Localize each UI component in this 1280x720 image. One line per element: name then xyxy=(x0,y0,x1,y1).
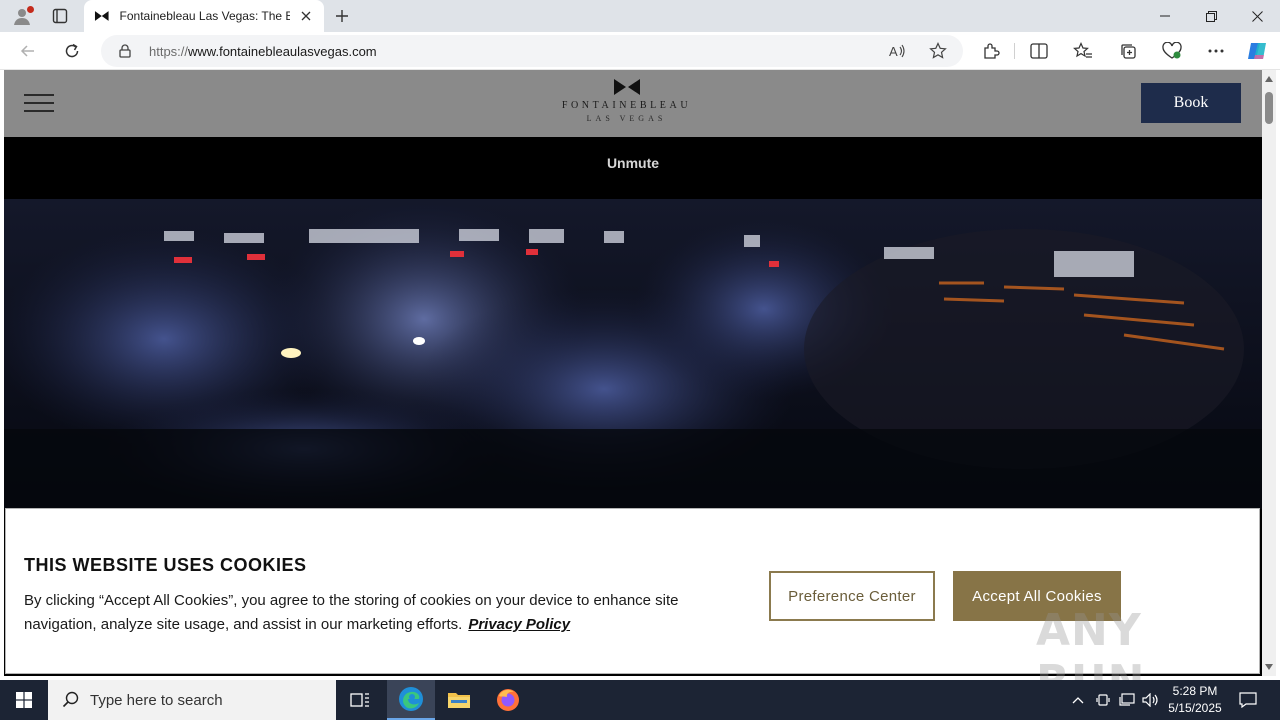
collections-icon[interactable] xyxy=(1116,39,1140,63)
toolbar-separator xyxy=(1014,43,1015,59)
read-aloud-icon[interactable]: A xyxy=(887,40,909,62)
search-placeholder: Type here to search xyxy=(90,691,223,709)
notification-dot xyxy=(27,6,34,13)
copilot-icon[interactable] xyxy=(1245,39,1269,63)
taskbar-search-box[interactable]: Type here to search xyxy=(48,680,336,720)
restore-icon[interactable] xyxy=(1188,0,1234,32)
volume-icon[interactable] xyxy=(1140,680,1162,720)
book-button[interactable]: Book xyxy=(1141,83,1241,123)
site-header: FONTAINEBLEAU LAS VEGAS Book xyxy=(4,70,1262,137)
cookie-body-text: By clicking “Accept All Cookies”, you ag… xyxy=(24,592,679,633)
logo-name: FONTAINEBLEAU xyxy=(561,100,692,111)
windows-taskbar: Type here to search 5:28 PM 5/15/2025 xyxy=(0,680,1280,720)
network-icon[interactable] xyxy=(1116,680,1138,720)
bowtie-logo-icon xyxy=(613,79,640,95)
video-control-bar: Unmute xyxy=(4,137,1262,199)
url-protocol: https:// xyxy=(149,43,189,59)
profile-avatar-icon[interactable] xyxy=(8,4,36,28)
tab-title: Fontainebleau Las Vegas: The Best xyxy=(119,9,291,23)
cookie-description: By clicking “Accept All Cookies”, you ag… xyxy=(24,589,754,637)
unmute-button[interactable]: Unmute xyxy=(4,155,1262,171)
firefox-icon[interactable] xyxy=(484,680,532,720)
clock-time: 5:28 PM xyxy=(1172,684,1218,698)
hero-video[interactable] xyxy=(4,199,1262,509)
split-screen-icon[interactable] xyxy=(1027,39,1051,63)
windows-start-icon[interactable] xyxy=(0,680,48,720)
scroll-down-icon[interactable] xyxy=(1265,664,1273,670)
preference-center-button[interactable]: Preference Center xyxy=(769,571,935,621)
tray-chevron-icon[interactable] xyxy=(1068,680,1088,720)
more-options-icon[interactable] xyxy=(1204,39,1228,63)
back-icon[interactable] xyxy=(14,38,42,64)
browser-toolbar: https://www.fontainebleaulasvegas.com A xyxy=(0,32,1280,70)
scroll-up-icon[interactable] xyxy=(1265,76,1273,82)
cookie-heading: THIS WEBSITE USES COOKIES xyxy=(24,555,307,575)
edge-taskbar-icon[interactable] xyxy=(387,680,435,720)
browser-tab-bar: Fontainebleau Las Vegas: The Best xyxy=(0,0,1280,32)
cookie-banner: THIS WEBSITE USES COOKIES By clicking “A… xyxy=(5,508,1260,707)
address-bar[interactable]: https://www.fontainebleaulasvegas.com A xyxy=(101,35,963,67)
browser-tab-active[interactable]: Fontainebleau Las Vegas: The Best xyxy=(84,0,324,32)
minimize-icon[interactable] xyxy=(1142,0,1188,32)
refresh-icon[interactable] xyxy=(58,38,86,64)
url-host: www.fontainebleaulasvegas.com xyxy=(188,43,377,59)
search-icon xyxy=(62,691,79,708)
lock-icon[interactable] xyxy=(117,43,133,59)
new-tab-icon[interactable] xyxy=(330,4,354,28)
fontainebleau-logo[interactable]: FONTAINEBLEAU LAS VEGAS xyxy=(554,78,699,130)
browser-essentials-icon[interactable] xyxy=(1160,39,1184,63)
file-explorer-icon[interactable] xyxy=(435,680,483,720)
favorite-star-icon[interactable] xyxy=(927,40,949,62)
logo-subtitle: LAS VEGAS xyxy=(586,114,667,123)
tab-actions-icon[interactable] xyxy=(46,4,74,28)
notifications-icon[interactable] xyxy=(1236,680,1260,720)
favorites-icon[interactable] xyxy=(1071,39,1095,63)
tab-close-icon[interactable] xyxy=(298,8,314,24)
scroll-thumb[interactable] xyxy=(1265,92,1273,124)
close-window-icon[interactable] xyxy=(1234,0,1280,32)
svg-text:A: A xyxy=(889,44,898,59)
hamburger-menu-icon[interactable] xyxy=(24,94,56,114)
taskbar-clock[interactable]: 5:28 PM 5/15/2025 xyxy=(1160,683,1230,717)
url-text[interactable]: https://www.fontainebleaulasvegas.com xyxy=(149,44,377,59)
hero-video-frame xyxy=(4,199,1262,509)
task-view-icon[interactable] xyxy=(336,680,384,720)
page-scrollbar[interactable] xyxy=(1262,70,1276,676)
extensions-icon[interactable] xyxy=(979,39,1003,63)
clock-date: 5/15/2025 xyxy=(1168,701,1222,715)
fontainebleau-favicon-icon xyxy=(94,11,109,21)
tray-device-icon[interactable] xyxy=(1093,680,1113,720)
privacy-policy-link[interactable]: Privacy Policy xyxy=(468,616,570,633)
